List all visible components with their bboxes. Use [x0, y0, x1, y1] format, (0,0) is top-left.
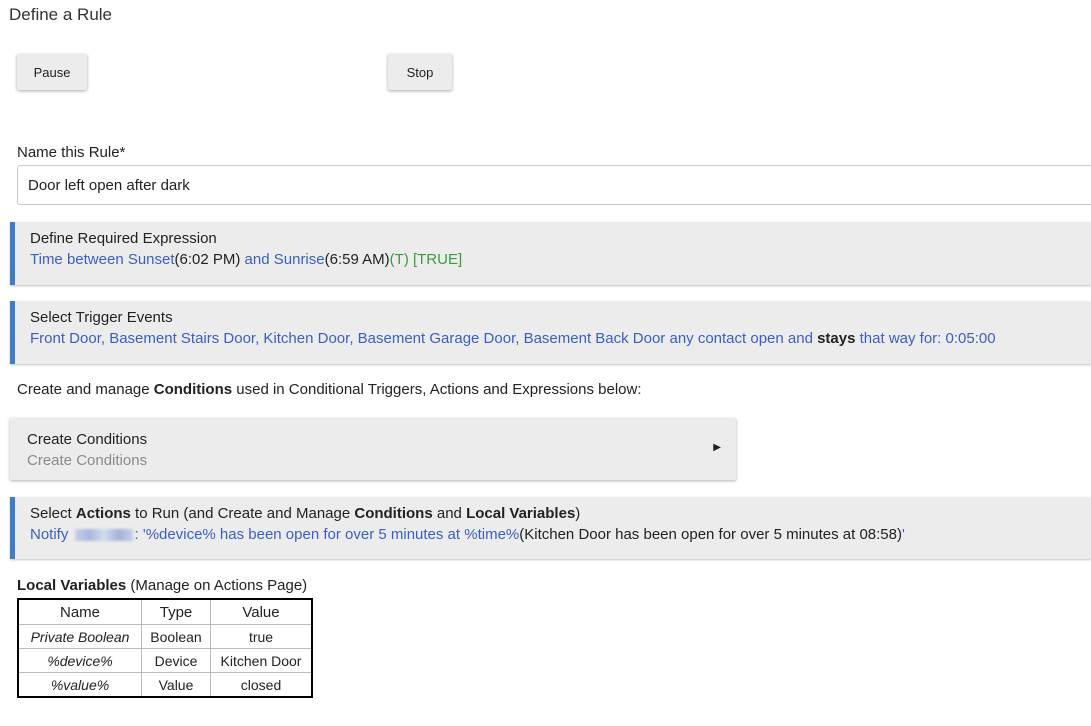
actions-title-7: ): [575, 505, 581, 522]
expr-and-sunrise: and Sunrise: [240, 251, 325, 268]
pause-button[interactable]: Pause: [17, 54, 87, 90]
actions-title-local-vars: Local Variables: [466, 505, 576, 522]
notify-label: Notify: [30, 526, 73, 543]
create-conditions-subtitle: Create Conditions: [27, 452, 148, 469]
create-conditions-title: Create Conditions: [27, 431, 148, 448]
variable-value: Kitchen Door: [210, 648, 313, 673]
redacted-recipient: [74, 529, 133, 542]
trigger-events-title: Select Trigger Events: [30, 309, 173, 326]
local-variables-label-bold: Local Variables: [17, 577, 127, 594]
page-title: Define a Rule: [9, 5, 113, 24]
table-row: %device% Device Kitchen Door: [17, 648, 313, 673]
table-row: Private Boolean Boolean true: [17, 624, 313, 649]
variable-name: %value%: [17, 672, 142, 698]
actions-detail: Notify : '%device% has been open for ove…: [30, 524, 1076, 545]
variable-value: closed: [210, 672, 313, 698]
expand-arrow-icon: ▶: [713, 442, 721, 453]
actions-title-5: and: [432, 505, 467, 522]
table-header-row: Name Type Value: [17, 598, 313, 625]
stop-button[interactable]: Stop: [388, 54, 452, 90]
variable-type: Device: [141, 648, 211, 673]
notify-quote: ': [901, 526, 905, 543]
actions-title-actions: Actions: [75, 505, 131, 522]
actions-section[interactable]: Select Actions to Run (and Create and Ma…: [10, 497, 1091, 559]
local-variables-label: Local Variables (Manage on Actions Page): [17, 577, 307, 594]
actions-title-3: to Run (and Create and Manage: [130, 505, 355, 522]
table-row: %value% Value closed: [17, 672, 313, 698]
variable-name: Private Boolean: [17, 624, 142, 649]
create-conditions-button[interactable]: Create Conditions Create Conditions ▶: [10, 418, 736, 480]
conditions-note-pre: Create and manage: [17, 381, 154, 398]
column-header-name: Name: [17, 598, 142, 625]
trigger-events-detail: Front Door, Basement Stairs Door, Kitche…: [30, 328, 1076, 349]
trigger-devices: Front Door, Basement Stairs Door, Kitche…: [30, 330, 818, 347]
conditions-note: Create and manage Conditions used in Con…: [17, 381, 642, 398]
required-expression-section[interactable]: Define Required Expression Time between …: [10, 222, 1091, 285]
actions-title: Select Actions to Run (and Create and Ma…: [30, 503, 1076, 524]
trigger-events-section[interactable]: Select Trigger Events Front Door, Baseme…: [10, 301, 1091, 364]
variable-type: Value: [141, 672, 211, 698]
local-variables-table: Name Type Value Private Boolean Boolean …: [17, 598, 313, 698]
local-variables-label-rest: (Manage on Actions Page): [126, 577, 308, 594]
trigger-duration: that way for: 0:05:00: [855, 330, 996, 347]
rule-name-input[interactable]: [17, 165, 1091, 205]
notify-message: : '%device% has been open for over 5 min…: [134, 526, 520, 543]
variable-type: Boolean: [141, 624, 211, 649]
conditions-note-post: used in Conditional Triggers, Actions an…: [232, 381, 642, 398]
conditions-note-bold: Conditions: [153, 381, 233, 398]
required-expression-title: Define Required Expression: [30, 230, 217, 247]
required-expression-detail: Time between Sunset(6:02 PM) and Sunrise…: [30, 249, 1076, 270]
variable-name: %device%: [17, 648, 142, 673]
trigger-stays: stays: [817, 330, 856, 347]
actions-title-conditions: Conditions: [354, 505, 433, 522]
actions-title-1: Select: [30, 505, 76, 522]
notify-preview: (Kitchen Door has been open for over 5 m…: [519, 526, 902, 543]
expr-true-status: (T) [TRUE]: [389, 251, 463, 268]
expr-sunrise-time: (6:59 AM): [324, 251, 390, 268]
column-header-value: Value: [210, 598, 313, 625]
column-header-type: Type: [141, 598, 211, 625]
rule-name-label: Name this Rule*: [17, 144, 126, 161]
variable-value: true: [210, 624, 313, 649]
expr-sunset-time: (6:02 PM): [174, 251, 241, 268]
expr-time-between: Time between Sunset: [30, 251, 175, 268]
